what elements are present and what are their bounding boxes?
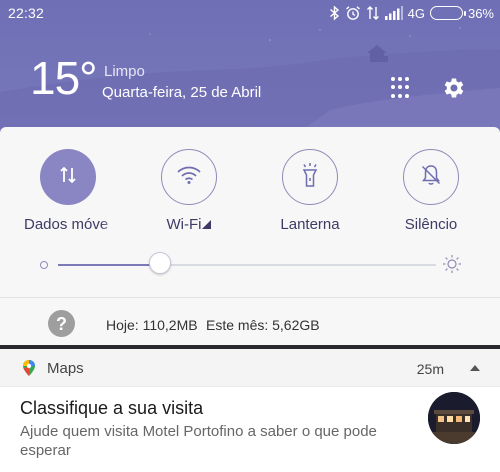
weather-condition[interactable]: Limpo [104, 63, 145, 80]
brightness-fill [58, 264, 161, 266]
bluetooth-icon [329, 5, 340, 21]
toggle-label-wifi[interactable]: Wi-Fi [134, 216, 244, 233]
notification-app-name: Maps [47, 360, 84, 377]
mobile-data-icon [58, 164, 78, 191]
status-bar: 22:32 4G 36% [0, 0, 500, 26]
gear-icon[interactable] [440, 75, 466, 101]
network-type: 4G [407, 5, 425, 21]
notification-header: Maps 25m [0, 349, 500, 387]
battery-icon [429, 6, 466, 20]
divider [0, 297, 500, 298]
quick-settings-panel: Dados móve Wi-Fi Lanterna Silêncio ? Hoj… [0, 127, 500, 345]
collapse-caret-icon[interactable] [470, 365, 480, 371]
data-arrows-icon [366, 5, 380, 21]
battery-percent: 36% [467, 5, 494, 21]
weather-header: 22:32 4G 36% 15° Limpo Quarta-feira, 25 … [0, 0, 500, 132]
notification-time: 25m [416, 361, 444, 377]
date-label[interactable]: Quarta-feira, 25 de Abril [102, 84, 261, 101]
notification-body: Ajude quem visita Motel Portofino a sabe… [20, 423, 377, 459]
data-usage-month[interactable]: Este mês: 5,62GB [206, 317, 320, 333]
wifi-label: Wi-Fi [166, 216, 202, 233]
notification-title: Classifique a sua visita [20, 398, 204, 418]
toggle-label-mobile-data[interactable]: Dados móve [24, 216, 120, 233]
maps-icon [20, 359, 38, 377]
brightness-thumb[interactable] [149, 252, 172, 274]
wifi-icon [176, 164, 202, 191]
help-icon[interactable]: ? [48, 310, 75, 337]
signal-icon [384, 6, 403, 20]
status-icons: 4G 36% [329, 4, 494, 22]
toggle-silent[interactable] [403, 149, 459, 205]
toggle-wifi[interactable] [161, 149, 217, 205]
toggle-mobile-data[interactable] [40, 149, 96, 205]
flashlight-icon [299, 162, 321, 193]
toggle-label-flashlight[interactable]: Lanterna [255, 216, 365, 233]
brightness-slider[interactable] [58, 264, 436, 266]
alarm-icon [345, 5, 361, 21]
wifi-signal-triangle-icon [202, 220, 212, 229]
brightness-high-icon [442, 254, 462, 274]
data-usage-today[interactable]: Hoje: 110,2MB [106, 317, 198, 333]
temperature[interactable]: 15° [30, 55, 98, 101]
apps-grid-icon[interactable] [391, 77, 413, 99]
status-time: 22:32 [8, 5, 45, 21]
brightness-low-icon [40, 261, 48, 269]
silent-bell-icon [419, 163, 443, 192]
toggle-flashlight[interactable] [282, 149, 338, 205]
notification-card[interactable]: Maps 25m Classifique a sua visita Ajude … [0, 349, 500, 472]
place-photo-thumbnail [428, 392, 480, 444]
toggle-label-silent[interactable]: Silêncio [376, 216, 486, 233]
